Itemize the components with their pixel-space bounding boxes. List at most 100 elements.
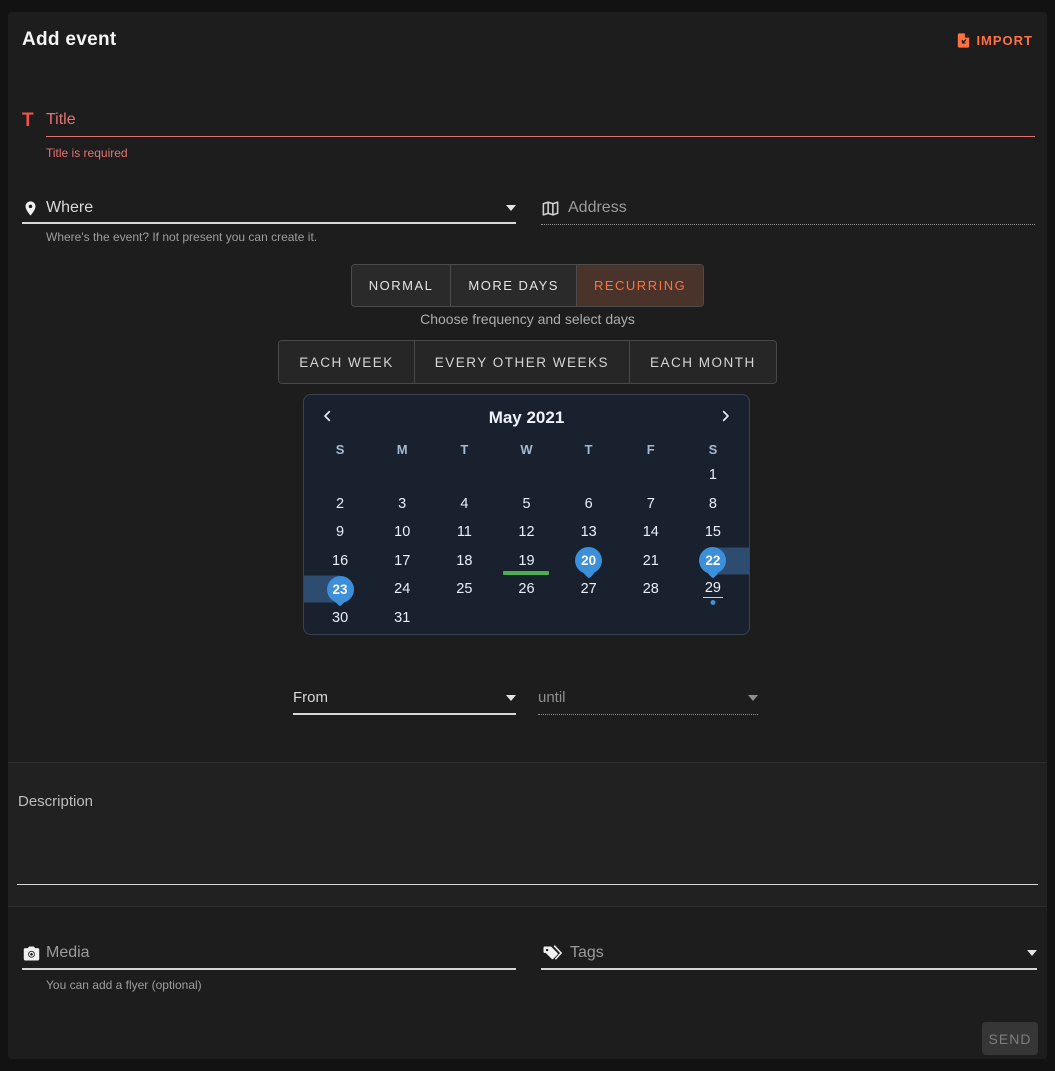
- calendar: May 2021 SMTWTFS 12345678910111213141516…: [303, 394, 750, 635]
- calendar-day-4[interactable]: 4: [433, 490, 495, 519]
- location-pin-icon: [22, 199, 46, 218]
- day-number: 11: [457, 524, 472, 540]
- address-field[interactable]: Address: [541, 198, 1035, 225]
- send-button[interactable]: SEND: [982, 1022, 1038, 1055]
- calendar-week-row: 2 3 4 5 6 7 8: [309, 490, 744, 519]
- calendar-day-8[interactable]: 8: [682, 490, 744, 519]
- calendar-week-row: 30 31: [309, 604, 744, 633]
- tags-field[interactable]: Tags: [541, 943, 1037, 970]
- day-number: 16: [332, 553, 348, 569]
- calendar-day-26[interactable]: 26: [495, 575, 557, 604]
- where-select[interactable]: Where: [46, 198, 506, 218]
- chevron-down-icon: [1027, 950, 1037, 956]
- tab-recurring[interactable]: RECURRING: [576, 265, 703, 306]
- calendar-day-empty: [309, 461, 371, 490]
- until-time-field[interactable]: until: [538, 689, 758, 715]
- weekday-label: W: [495, 442, 557, 457]
- page-title: Add event: [22, 29, 117, 51]
- day-number: 29: [703, 580, 723, 598]
- calendar-day-13[interactable]: 13: [558, 518, 620, 547]
- day-number: 21: [643, 553, 659, 569]
- description-section: Description: [8, 762, 1047, 907]
- calendar-day-14[interactable]: 14: [620, 518, 682, 547]
- tags-select[interactable]: Tags: [570, 943, 1027, 963]
- day-number: 6: [585, 496, 593, 512]
- day-number: 3: [398, 496, 406, 512]
- address-input[interactable]: Address: [568, 198, 1035, 218]
- from-select[interactable]: From: [293, 689, 506, 707]
- calendar-day-28[interactable]: 28: [620, 575, 682, 604]
- weekday-label: M: [371, 442, 433, 457]
- day-number: 10: [394, 524, 410, 540]
- media-field[interactable]: Media: [22, 943, 516, 970]
- calendar-week-row: 9 10 11 12 13 1415: [309, 518, 744, 547]
- calendar-day-12[interactable]: 12: [495, 518, 557, 547]
- calendar-day-17[interactable]: 17: [371, 547, 433, 576]
- tab-normal[interactable]: NORMAL: [352, 265, 451, 306]
- frequency-option-every-other-weeks[interactable]: EVERY OTHER WEEKS: [414, 341, 629, 383]
- title-input[interactable]: Title: [46, 112, 1035, 137]
- calendar-day-16[interactable]: 16: [309, 547, 371, 576]
- calendar-day-31[interactable]: 31: [371, 604, 433, 633]
- chevron-down-icon: [506, 205, 516, 211]
- calendar-day-15[interactable]: 15: [682, 518, 744, 547]
- calendar-day-23[interactable]: 23: [309, 575, 371, 604]
- weekday-label: F: [620, 442, 682, 457]
- calendar-day-2[interactable]: 2: [309, 490, 371, 519]
- where-hint: Where's the event? If not present you ca…: [46, 230, 317, 244]
- import-button[interactable]: IMPORT: [955, 32, 1033, 49]
- calendar-day-6[interactable]: 6: [558, 490, 620, 519]
- title-field[interactable]: T Title: [22, 112, 1035, 137]
- calendar-month-label: May 2021: [304, 395, 749, 441]
- day-number: 31: [394, 610, 410, 626]
- media-input[interactable]: Media: [46, 943, 516, 963]
- calendar-day-empty: [433, 604, 495, 633]
- frequency-option-each-month[interactable]: EACH MONTH: [629, 341, 776, 383]
- calendar-day-3[interactable]: 3: [371, 490, 433, 519]
- day-number: 7: [647, 496, 655, 512]
- day-number: 13: [581, 524, 597, 540]
- day-number: 1: [709, 467, 717, 483]
- day-number: 18: [456, 553, 472, 569]
- calendar-day-10[interactable]: 10: [371, 518, 433, 547]
- calendar-day-20[interactable]: 20: [558, 547, 620, 576]
- calendar-week-row: 23 242526 27 28 29: [309, 575, 744, 604]
- calendar-day-9[interactable]: 9: [309, 518, 371, 547]
- day-number: 19: [518, 553, 534, 569]
- calendar-day-24[interactable]: 24: [371, 575, 433, 604]
- calendar-day-22[interactable]: 22: [682, 547, 744, 576]
- calendar-day-7[interactable]: 7: [620, 490, 682, 519]
- description-textarea[interactable]: Description: [18, 793, 93, 810]
- calendar-day-11[interactable]: 11: [433, 518, 495, 547]
- calendar-day-empty: [433, 461, 495, 490]
- map-icon: [541, 199, 568, 218]
- selected-day-marker: 23: [327, 576, 354, 603]
- calendar-day-5[interactable]: 5: [495, 490, 557, 519]
- calendar-day-19[interactable]: 19: [495, 547, 557, 576]
- calendar-day-27[interactable]: 27: [558, 575, 620, 604]
- calendar-day-30[interactable]: 30: [309, 604, 371, 633]
- where-field[interactable]: Where: [22, 198, 516, 224]
- weekday-label: S: [682, 442, 744, 457]
- camera-icon: [22, 945, 46, 962]
- title-error-message: Title is required: [46, 146, 128, 160]
- title-placeholder: Title: [46, 111, 76, 128]
- add-event-dialog: Add event IMPORT T Title Title is requir…: [8, 12, 1047, 1059]
- from-time-field[interactable]: From: [293, 689, 516, 715]
- calendar-day-29[interactable]: 29: [682, 575, 744, 604]
- day-number: 8: [709, 496, 717, 512]
- calendar-day-25[interactable]: 25: [433, 575, 495, 604]
- tab-more-days[interactable]: MORE DAYS: [450, 265, 576, 306]
- calendar-next-button[interactable]: [718, 408, 733, 424]
- until-select[interactable]: until: [538, 689, 748, 707]
- calendar-day-1[interactable]: 1: [682, 461, 744, 490]
- calendar-day-empty: [558, 604, 620, 633]
- day-number: 2: [336, 496, 344, 512]
- day-number: 30: [332, 610, 348, 626]
- calendar-day-18[interactable]: 18: [433, 547, 495, 576]
- calendar-day-21[interactable]: 21: [620, 547, 682, 576]
- day-number: 4: [460, 496, 468, 512]
- frequency-option-each-week[interactable]: EACH WEEK: [279, 341, 414, 383]
- calendar-day-empty: [558, 461, 620, 490]
- day-number: 27: [581, 581, 597, 597]
